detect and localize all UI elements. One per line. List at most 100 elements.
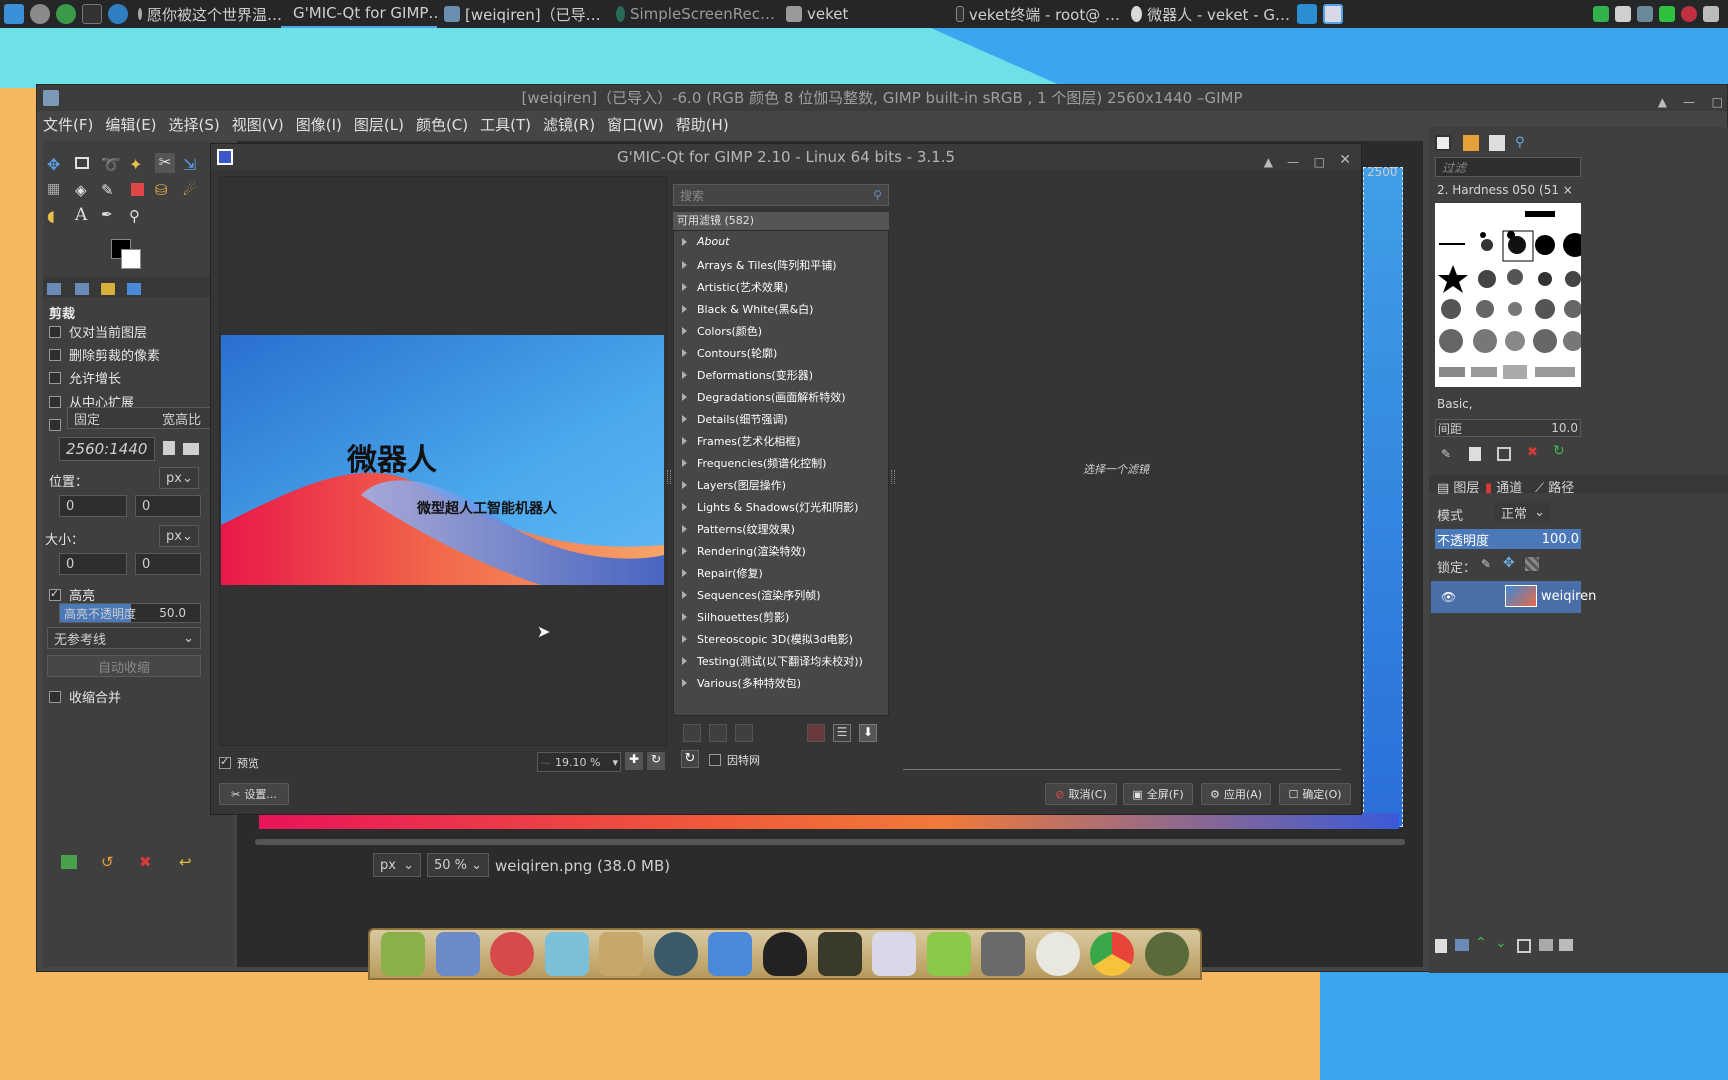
- dodge-tool-icon[interactable]: ◖: [47, 207, 67, 227]
- apply-button[interactable]: ⚙ 应用(A): [1201, 783, 1271, 805]
- paintbrush-tool-icon[interactable]: ✎: [101, 181, 121, 201]
- sun-settings-icon[interactable]: [1035, 932, 1080, 976]
- option-highlight[interactable]: 高亮: [49, 585, 95, 604]
- checkbox[interactable]: [49, 395, 61, 408]
- guides-select[interactable]: 无参考线 ⌄: [47, 627, 201, 649]
- brush-filter-input[interactable]: 过滤: [1435, 157, 1581, 177]
- shade-icon[interactable]: ▲: [1264, 149, 1273, 175]
- filter-category[interactable]: Repair(修复): [682, 565, 763, 581]
- brush-grid[interactable]: [1435, 203, 1581, 387]
- new-layer-group-icon[interactable]: [1455, 939, 1469, 951]
- color-picker-tool-icon[interactable]: ✒: [101, 207, 121, 227]
- zoom-tool-icon[interactable]: ⚲: [129, 207, 149, 227]
- shield-icon[interactable]: [1593, 6, 1609, 22]
- rename-favorite-icon[interactable]: [735, 724, 753, 742]
- duplicate-layer-icon[interactable]: [1517, 939, 1531, 953]
- tab-channels[interactable]: ▮ 通道: [1485, 477, 1522, 496]
- position-unit-select[interactable]: px ⌄: [159, 467, 199, 489]
- merge-layer-icon[interactable]: [1559, 939, 1573, 951]
- filter-category[interactable]: Various(多种特效包): [682, 675, 801, 691]
- notepad-icon[interactable]: [544, 932, 589, 976]
- filter-category[interactable]: Silhouettes(剪影): [682, 609, 789, 625]
- clipboard-icon[interactable]: [1615, 6, 1631, 22]
- globe-icon[interactable]: [108, 4, 128, 24]
- search-icon[interactable]: ⚲: [1515, 135, 1525, 150]
- text-tool-icon[interactable]: A: [75, 205, 95, 225]
- size-height-input[interactable]: 0: [135, 553, 201, 575]
- layer-opacity-slider[interactable]: 不透明度 100.0: [1435, 529, 1581, 549]
- background-color-swatch[interactable]: [121, 249, 141, 269]
- device-status-tab-icon[interactable]: [75, 283, 89, 295]
- restore-options-icon[interactable]: ↺: [101, 853, 114, 871]
- filter-category[interactable]: About: [682, 235, 730, 248]
- media-player-icon[interactable]: [653, 932, 698, 976]
- size-unit-select[interactable]: px ⌄: [159, 525, 199, 547]
- checkbox[interactable]: [709, 754, 721, 766]
- zoom-select[interactable]: 50 % ⌄: [427, 853, 489, 877]
- filter-category[interactable]: Stereoscopic 3D(模拟3d电影): [682, 631, 853, 647]
- download-icon[interactable]: ⬇: [859, 724, 877, 742]
- add-favorite-icon[interactable]: [683, 724, 701, 742]
- anchor-layer-icon[interactable]: [1539, 939, 1553, 951]
- brush-spacing-slider[interactable]: 间距 10.0: [1435, 419, 1581, 437]
- zoom-combobox[interactable]: — 19.10 % ▾: [537, 752, 621, 772]
- cancel-button[interactable]: ⊘ 取消(C): [1045, 783, 1117, 805]
- warp-tool-icon[interactable]: ▦: [47, 181, 67, 201]
- internet-update-option[interactable]: 因特网: [709, 752, 760, 768]
- undo-history-tab-icon[interactable]: [101, 283, 115, 295]
- filter-category[interactable]: Rendering(渲染特效): [682, 543, 806, 559]
- transform-tool-icon[interactable]: ⇲: [183, 155, 203, 175]
- menu-select[interactable]: 选择(S): [169, 114, 220, 135]
- record-icon[interactable]: [1681, 6, 1697, 22]
- reset-zoom-icon[interactable]: ↻: [647, 752, 665, 770]
- tool-options-tab-icon[interactable]: [47, 283, 61, 295]
- position-x-input[interactable]: 0: [59, 495, 127, 517]
- fullscreen-button[interactable]: ▣ 全屏(F): [1123, 783, 1193, 805]
- settings-gear-icon[interactable]: [30, 4, 50, 24]
- tab-layers[interactable]: ▤ 图层: [1437, 477, 1479, 496]
- refresh-filters-icon[interactable]: ↻: [681, 750, 699, 768]
- lens-icon[interactable]: [1144, 932, 1189, 976]
- unit-select[interactable]: px ⌄: [373, 853, 421, 877]
- filter-category[interactable]: Contours(轮廓): [682, 345, 777, 361]
- zoom-in-icon[interactable]: ✚: [625, 752, 643, 770]
- crop-tool-icon[interactable]: ✂: [155, 153, 175, 173]
- play-icon[interactable]: [56, 4, 76, 24]
- checkbox[interactable]: [49, 690, 61, 703]
- option-allow-growing[interactable]: 允许增长: [49, 368, 121, 387]
- layer-mode-select[interactable]: 正常 ⌄: [1495, 501, 1551, 523]
- horizontal-scrollbar[interactable]: [255, 839, 1405, 845]
- menu-layer[interactable]: 图层(L): [354, 114, 404, 135]
- task-terminal[interactable]: veket终端 - root@ …: [949, 0, 1124, 28]
- eraser-tool-icon[interactable]: [131, 183, 144, 196]
- fixed-mode-select[interactable]: 固定宽高比⌄: [67, 407, 227, 429]
- option-delete-cropped[interactable]: 删除剪裁的像素: [49, 345, 160, 364]
- list-view-icon[interactable]: ☰: [833, 724, 851, 742]
- delete-options-icon[interactable]: ✖: [139, 853, 152, 871]
- portrait-icon[interactable]: [163, 441, 175, 455]
- filter-category[interactable]: Details(细节强调): [682, 411, 788, 427]
- aspect-ratio-input[interactable]: 2560:1440: [59, 437, 155, 461]
- checkbox[interactable]: [49, 371, 61, 384]
- raise-layer-icon[interactable]: ⌃: [1475, 935, 1487, 951]
- menu-colors[interactable]: 颜色(C): [416, 114, 468, 135]
- fonts-tab-icon[interactable]: [1489, 135, 1505, 151]
- refresh-brushes-icon[interactable]: ↻: [1553, 443, 1565, 459]
- landscape-icon[interactable]: [183, 443, 199, 455]
- filter-category[interactable]: Arrays & Tiles(阵列和平铺): [682, 257, 837, 273]
- option-fixed[interactable]: [49, 419, 69, 431]
- task-music[interactable]: 愿你被这个世界温…: [131, 0, 281, 28]
- menu-windows[interactable]: 窗口(W): [607, 114, 664, 135]
- filter-category[interactable]: Black & White(黑&白): [682, 301, 813, 317]
- close-icon[interactable]: ✕: [1339, 147, 1351, 173]
- menu-file[interactable]: 文件(F): [43, 114, 93, 135]
- edit-brush-icon[interactable]: ✎: [1441, 447, 1451, 461]
- desktop-switcher-icon[interactable]: [1297, 4, 1317, 24]
- patterns-tab-icon[interactable]: [1463, 135, 1479, 151]
- drive-icon[interactable]: [981, 932, 1026, 976]
- rect-select-tool-icon[interactable]: [75, 157, 89, 169]
- position-y-input[interactable]: 0: [135, 495, 201, 517]
- ok-button[interactable]: ☐ 确定(O): [1279, 783, 1351, 805]
- filter-category[interactable]: Frames(艺术化相框): [682, 433, 801, 449]
- menu-view[interactable]: 视图(V): [232, 114, 284, 135]
